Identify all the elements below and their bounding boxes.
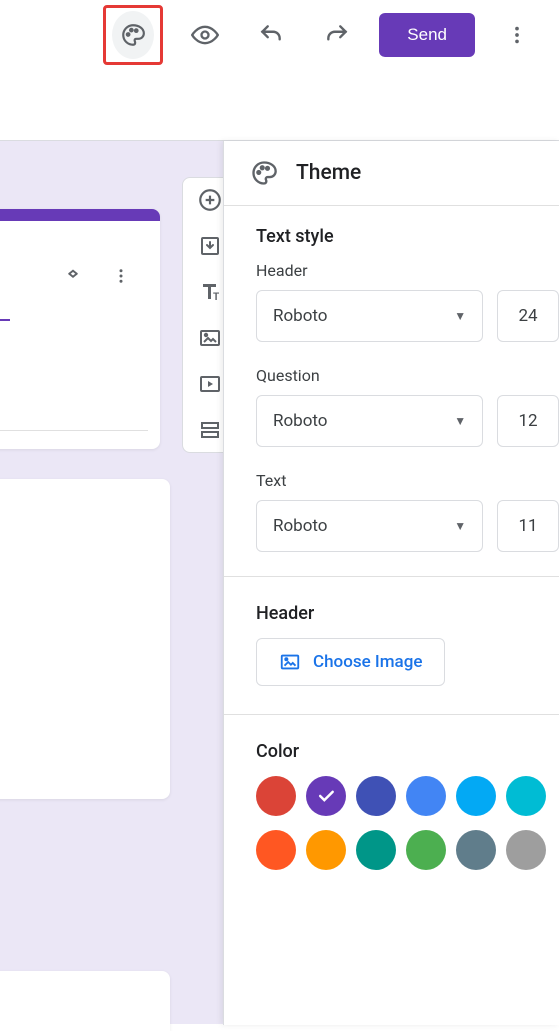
collapse-icon[interactable] — [64, 267, 82, 285]
question-font-select[interactable]: Roboto ▼ — [256, 395, 483, 447]
color-swatch[interactable] — [406, 776, 446, 816]
text-style-heading: Text style — [256, 226, 559, 247]
color-swatch[interactable] — [456, 776, 496, 816]
color-heading: Color — [256, 741, 559, 762]
choose-image-label: Choose Image — [313, 652, 422, 672]
add-section-button[interactable] — [196, 416, 224, 444]
color-swatch[interactable] — [356, 830, 396, 870]
video-icon — [198, 372, 222, 396]
question-font-value: Roboto — [273, 411, 328, 431]
more-vert-icon — [112, 267, 130, 285]
add-question-button[interactable] — [196, 186, 224, 214]
text-font-value: Roboto — [273, 516, 328, 536]
header-image-heading: Header — [256, 603, 559, 624]
divider — [224, 576, 559, 577]
image-icon — [198, 326, 222, 350]
theme-title: Theme — [296, 161, 361, 185]
text-font-label: Text — [256, 471, 559, 490]
undo-icon — [258, 22, 284, 48]
color-swatches — [256, 776, 559, 870]
theme-panel: Theme Text style Header Roboto ▼ 24 Ques… — [223, 141, 559, 1025]
card-more-button[interactable] — [112, 267, 130, 285]
color-swatch[interactable] — [506, 830, 546, 870]
question-size-value: 12 — [519, 411, 538, 431]
question-size-select[interactable]: 12 — [497, 395, 559, 447]
undo-button[interactable] — [247, 11, 295, 59]
chevron-down-icon: ▼ — [454, 519, 466, 533]
color-swatch[interactable] — [306, 776, 346, 816]
redo-icon — [324, 22, 350, 48]
title-icon: T — [198, 280, 222, 304]
more-button[interactable] — [493, 11, 541, 59]
header-font-select[interactable]: Roboto ▼ — [256, 290, 483, 342]
color-swatch[interactable] — [306, 830, 346, 870]
palette-icon — [250, 159, 278, 187]
preview-button[interactable] — [181, 11, 229, 59]
form-canvas: T Theme Text style Header Roboto ▼ — [0, 140, 559, 1024]
text-font-select[interactable]: Roboto ▼ — [256, 500, 483, 552]
chevron-down-icon: ▼ — [454, 309, 466, 323]
palette-icon — [120, 22, 146, 48]
svg-text:T: T — [213, 292, 219, 303]
choose-image-button[interactable]: Choose Image — [256, 638, 445, 686]
header-size-value: 24 — [519, 306, 538, 326]
add-circle-icon — [197, 187, 223, 213]
color-swatch[interactable] — [506, 776, 546, 816]
section-icon — [198, 418, 222, 442]
divider — [224, 714, 559, 715]
color-swatch[interactable] — [406, 830, 446, 870]
theme-panel-header: Theme — [224, 141, 559, 206]
title-underline — [0, 319, 10, 321]
color-swatch[interactable] — [256, 776, 296, 816]
import-icon — [198, 234, 222, 258]
color-swatch[interactable] — [256, 830, 296, 870]
question-card-2[interactable] — [0, 479, 170, 799]
more-vert-icon — [506, 24, 528, 46]
color-swatch[interactable] — [356, 776, 396, 816]
send-button[interactable]: Send — [379, 13, 475, 57]
top-toolbar: Send — [0, 0, 559, 70]
card-accent-bar — [0, 209, 160, 221]
question-font-label: Question — [256, 366, 559, 385]
header-font-label: Header — [256, 261, 559, 280]
chevron-down-icon: ▼ — [454, 414, 466, 428]
import-questions-button[interactable] — [196, 232, 224, 260]
text-size-value: 11 — [519, 516, 538, 536]
add-image-button[interactable] — [196, 324, 224, 352]
color-swatch[interactable] — [456, 830, 496, 870]
eye-icon — [191, 21, 219, 49]
customize-theme-button[interactable] — [112, 11, 154, 59]
customize-theme-button-highlight — [103, 5, 163, 65]
image-icon — [279, 651, 301, 673]
header-font-value: Roboto — [273, 306, 328, 326]
text-size-select[interactable]: 11 — [497, 500, 559, 552]
add-video-button[interactable] — [196, 370, 224, 398]
header-size-select[interactable]: 24 — [497, 290, 559, 342]
add-title-button[interactable]: T — [196, 278, 224, 306]
redo-button[interactable] — [313, 11, 361, 59]
card-divider — [0, 430, 148, 431]
question-card-3[interactable] — [0, 971, 170, 1031]
question-card[interactable] — [0, 209, 160, 449]
